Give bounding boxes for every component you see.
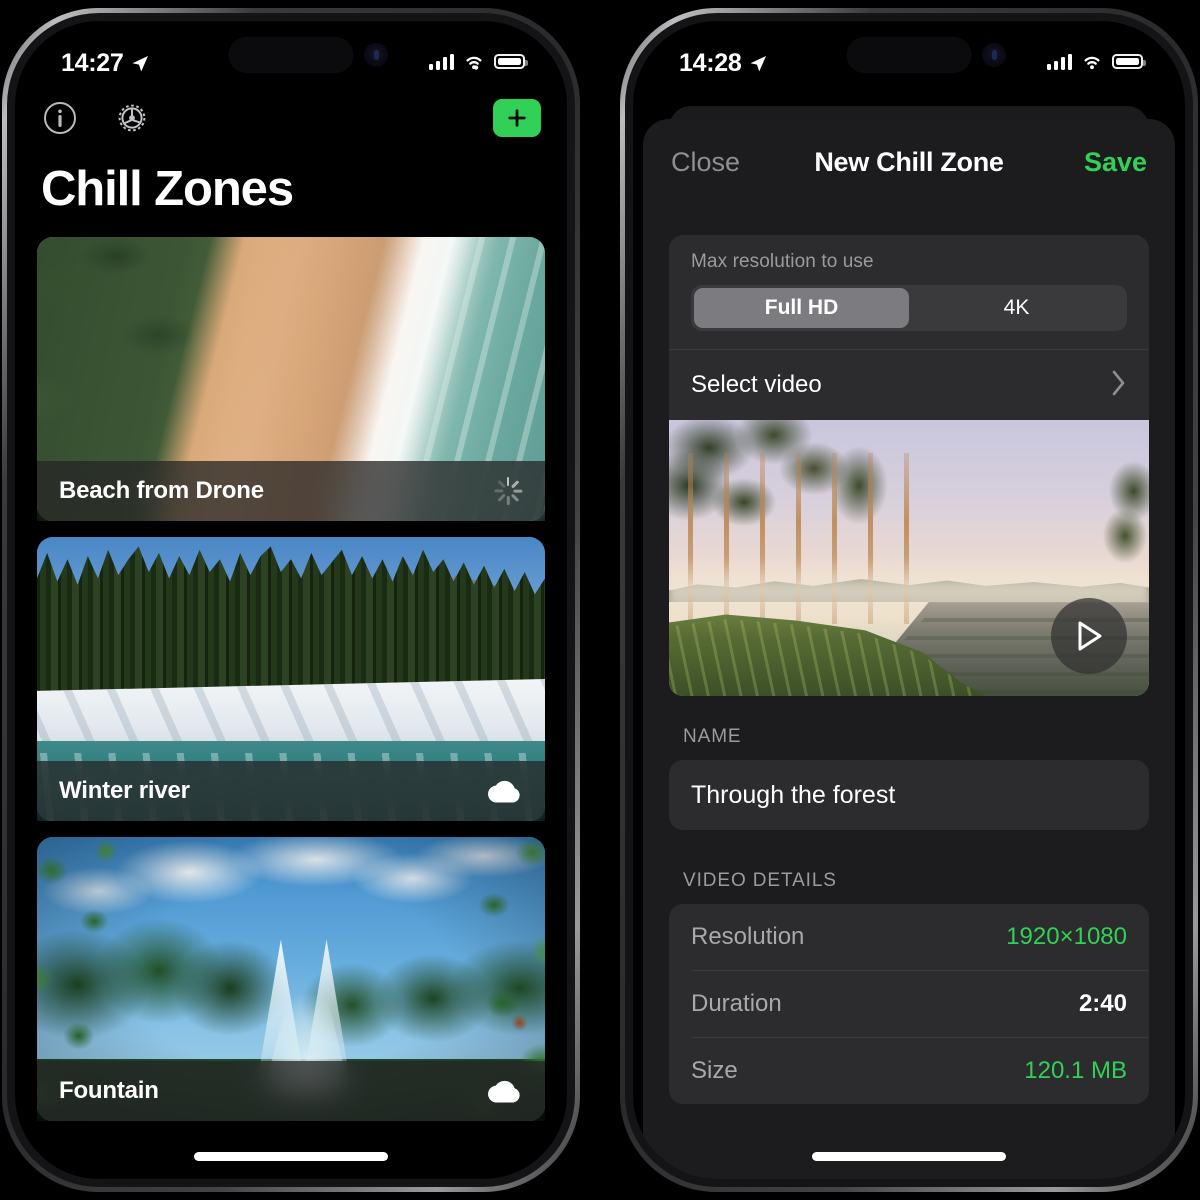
location-arrow-icon: [750, 55, 767, 71]
video-source-group: Max resolution to use Full HD 4K Select …: [669, 235, 1149, 696]
sheet-content: Max resolution to use Full HD 4K Select …: [643, 205, 1175, 1104]
wifi-icon: [466, 56, 482, 70]
zone-card-fountain[interactable]: Fountain: [37, 837, 545, 1121]
right-phone-screen: 14:28 Close New Chill Zone Save Max reso…: [633, 21, 1185, 1179]
play-triangle-icon: [1078, 621, 1102, 651]
name-section-label: NAME: [683, 726, 742, 747]
status-time: 14:28: [679, 49, 742, 77]
name-input[interactable]: Through the forest: [669, 760, 1149, 830]
detail-key: Resolution: [691, 923, 805, 950]
zone-card-beach[interactable]: Beach from Drone: [37, 237, 545, 521]
card-title: Beach from Drone: [59, 477, 264, 504]
resolution-label: Max resolution to use: [691, 251, 874, 272]
top-toolbar: [15, 83, 567, 153]
status-time-group: 14:27: [61, 49, 150, 78]
zone-card-winter-river[interactable]: Winter river: [37, 537, 545, 821]
dynamic-island: [846, 37, 972, 73]
left-phone-device: 14:27 Chill Zones Beach from Drone Winte…: [2, 8, 580, 1192]
name-input-value: Through the forest: [691, 780, 896, 809]
status-indicators: [1046, 53, 1146, 70]
settings-button[interactable]: [113, 99, 151, 137]
chevron-right-icon: [1111, 369, 1127, 402]
detail-row-duration: Duration 2:40: [669, 971, 1149, 1037]
add-zone-button[interactable]: [493, 99, 541, 137]
save-button[interactable]: Save: [1084, 147, 1147, 178]
dynamic-island: [228, 37, 354, 73]
detail-key: Duration: [691, 990, 782, 1017]
resolution-setting: Max resolution to use Full HD 4K: [669, 235, 1149, 349]
status-indicators: [428, 53, 528, 70]
play-button[interactable]: [1051, 598, 1127, 674]
detail-value: 2:40: [1078, 990, 1127, 1017]
screenshot-stage: 14:27 Chill Zones Beach from Drone Winte…: [0, 0, 1200, 1200]
info-circle-icon: [44, 102, 76, 134]
video-details-group: Resolution 1920×1080 Duration 2:40 Size …: [669, 904, 1149, 1104]
select-video-label: Select video: [691, 371, 822, 398]
card-footer: Winter river: [37, 761, 545, 821]
card-title: Fountain: [59, 1077, 159, 1104]
cloud-icon: [488, 780, 520, 803]
gear-icon: [118, 104, 146, 132]
detail-key: Size: [691, 1057, 738, 1084]
front-camera-icon: [364, 43, 388, 67]
cloud-icon: [488, 1080, 520, 1103]
details-section-label: VIDEO DETAILS: [683, 870, 837, 891]
info-button[interactable]: [41, 99, 79, 137]
battery-full-icon: [1112, 54, 1146, 69]
card-footer: Fountain: [37, 1061, 545, 1121]
plus-icon: [508, 109, 526, 127]
new-chill-zone-sheet: Close New Chill Zone Save Max resolution…: [643, 119, 1175, 1179]
status-time-group: 14:28: [679, 49, 768, 78]
card-title: Winter river: [59, 777, 190, 804]
video-preview[interactable]: [669, 420, 1149, 696]
detail-value: 1920×1080: [1006, 923, 1127, 950]
home-indicator[interactable]: [812, 1152, 1006, 1161]
zone-card-list: Beach from Drone Winter river Fountain: [15, 237, 567, 1121]
wifi-icon: [1084, 56, 1100, 70]
detail-row-size: Size 120.1 MB: [669, 1038, 1149, 1104]
status-time: 14:27: [61, 49, 124, 77]
sheet-navigation-bar: Close New Chill Zone Save: [643, 119, 1175, 205]
card-status-icon: [485, 1077, 523, 1105]
spinner-icon: [493, 476, 523, 506]
status-bar: 14:28: [633, 21, 1185, 83]
page-title: Chill Zones: [41, 162, 294, 216]
card-status-icon: [485, 777, 523, 805]
segment-full-hd[interactable]: Full HD: [694, 288, 909, 328]
cellular-signal-icon: [428, 53, 454, 70]
card-status-icon: [493, 476, 523, 506]
detail-value: 120.1 MB: [1024, 1057, 1127, 1084]
home-indicator[interactable]: [194, 1152, 388, 1161]
left-phone-screen: 14:27 Chill Zones Beach from Drone Winte…: [15, 21, 567, 1179]
detail-row-resolution: Resolution 1920×1080: [669, 904, 1149, 970]
right-phone-device: 14:28 Close New Chill Zone Save Max reso…: [620, 8, 1198, 1192]
status-bar: 14:27: [15, 21, 567, 83]
location-arrow-icon: [132, 55, 149, 71]
segment-4k[interactable]: 4K: [909, 288, 1124, 328]
select-video-row[interactable]: Select video: [669, 350, 1149, 420]
resolution-segmented-control[interactable]: Full HD 4K: [691, 285, 1127, 331]
battery-full-icon: [494, 54, 528, 69]
cellular-signal-icon: [1046, 53, 1072, 70]
front-camera-icon: [982, 43, 1006, 67]
card-footer: Beach from Drone: [37, 461, 545, 521]
